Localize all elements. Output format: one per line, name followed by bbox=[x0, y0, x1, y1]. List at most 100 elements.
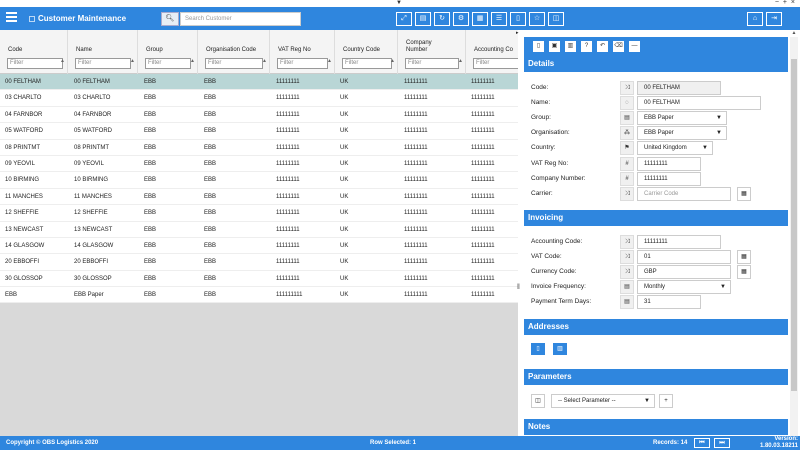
add-parameter-button[interactable]: + bbox=[659, 394, 673, 408]
search-icon[interactable]: 🔍︎ bbox=[161, 12, 179, 26]
scroll-right-icon[interactable]: ▸ bbox=[516, 30, 520, 38]
table-cell: 00 FELTHAM bbox=[5, 79, 41, 85]
column-vat-reg-no[interactable]: VAT Reg No Filter ▲ bbox=[270, 30, 335, 74]
delete-address-button[interactable]: ▥ bbox=[553, 343, 567, 355]
section-invoicing-header[interactable]: Invoicing bbox=[524, 210, 788, 226]
sort-icon[interactable]: ▲ bbox=[327, 58, 332, 64]
column-group[interactable]: Group Filter ▲ bbox=[138, 30, 198, 74]
lookup-button[interactable]: ▦ bbox=[737, 250, 751, 264]
filter-input[interactable]: Filter bbox=[277, 58, 328, 69]
currency-code-field-value: GBP bbox=[644, 269, 657, 275]
expand-button[interactable]: ⤢ bbox=[396, 12, 412, 26]
database-button[interactable]: ▤ bbox=[415, 12, 431, 26]
column-code[interactable]: Code Filter ▲ bbox=[0, 30, 68, 74]
accounting-code-field[interactable]: 11111111 bbox=[637, 235, 721, 249]
parameter-select[interactable]: -- Select Parameter -- ▼ bbox=[551, 394, 655, 408]
help-button[interactable]: ? bbox=[580, 40, 593, 53]
section-notes-header[interactable]: Notes bbox=[524, 419, 788, 435]
table-row[interactable]: 08 PRINTMT 08 PRINTMT EBB EBB 11111111 UK 1111… bbox=[0, 139, 518, 156]
table-row[interactable]: 14 GLASGOW 14 GLASGOW EBB EBB 11111111 UK 1111… bbox=[0, 237, 518, 255]
company-number-field[interactable]: 11111111 bbox=[637, 172, 701, 186]
table-cell: UK bbox=[340, 292, 349, 299]
filter-input[interactable]: Filter bbox=[75, 58, 131, 69]
table-row[interactable]: 12 SHEFFIE 12 SHEFFIE EBB EBB 11111111 UK 1111… bbox=[0, 205, 518, 222]
erase-button[interactable]: ⌫ bbox=[612, 40, 625, 53]
table-row[interactable]: 20 EBBOFFI 20 EBBOFFI EBB EBB 11111111 UK 1111… bbox=[0, 254, 518, 271]
vat-code-field[interactable]: 01 bbox=[637, 250, 731, 264]
home-button[interactable]: ⌂ bbox=[747, 12, 763, 26]
sort-icon[interactable]: ▲ bbox=[390, 58, 395, 64]
new-button[interactable]: ▯ bbox=[532, 40, 545, 53]
currency-code-field[interactable]: GBP bbox=[637, 265, 731, 279]
table-row[interactable]: 30 GLOSSOP 30 GLOSSOP EBB EBB 11111111 UK 1111… bbox=[0, 270, 518, 288]
table-row[interactable]: 00 FELTHAM 00 FELTHAM EBB EBB 11111111 UK 1111… bbox=[0, 74, 518, 91]
country-select[interactable]: United Kingdom ▼ bbox=[637, 141, 713, 155]
splitter-handle[interactable]: ‖ bbox=[517, 284, 520, 291]
table-cell: 11111111 bbox=[276, 242, 300, 249]
table-row[interactable]: 09 YEOVIL 09 YEOVIL EBB EBB 11111111 UK 111111… bbox=[0, 155, 518, 173]
table-row[interactable]: 04 FARNBOR 04 FARNBOR EBB EBB 11111111 UK 1111… bbox=[0, 106, 518, 124]
name-field[interactable]: 00 FELTHAM bbox=[637, 96, 761, 110]
refresh-button[interactable]: ↻ bbox=[434, 12, 450, 26]
hamburger-menu-icon[interactable] bbox=[6, 12, 17, 22]
vat-reg-no-field[interactable]: 11111111 bbox=[637, 157, 701, 171]
filter-input[interactable]: Filter bbox=[205, 58, 263, 69]
save-button[interactable]: ▣ bbox=[548, 40, 561, 53]
collapse-marker[interactable]: ▼ bbox=[396, 0, 402, 6]
scroll-up-icon[interactable]: ▲ bbox=[790, 30, 798, 37]
columns-icon[interactable]: ◫ bbox=[531, 394, 545, 408]
document-button[interactable]: ▯ bbox=[510, 12, 526, 26]
column-accounting-code[interactable]: Accounting Co Filter bbox=[466, 30, 518, 74]
table-row[interactable]: 03 CHARLTO 03 CHARLTO EBB EBB 11111111 UK 1111… bbox=[0, 90, 518, 107]
group-select[interactable]: EBB Paper ▼ bbox=[637, 111, 727, 125]
settings-button[interactable]: ⚙ bbox=[453, 12, 469, 26]
table-row[interactable]: 11 MANCHES 11 MANCHES EBB EBB 11111111 UK 1111… bbox=[0, 188, 518, 206]
first-page-button[interactable]: ⏮ bbox=[694, 438, 710, 448]
table-cell: 20 EBBOFFI bbox=[74, 259, 109, 266]
lookup-button[interactable]: ▦ bbox=[737, 187, 751, 201]
column-organisation-code[interactable]: Organisation Code Filter ▲ bbox=[198, 30, 270, 74]
sort-icon[interactable]: ▲ bbox=[458, 58, 463, 64]
section-parameters-header[interactable]: Parameters bbox=[524, 369, 788, 385]
section-details-header[interactable]: Details bbox=[524, 56, 788, 72]
filter-input[interactable]: Filter bbox=[7, 58, 63, 69]
table-row[interactable]: 10 BIRMING 10 BIRMING EBB EBB 11111111 UK 1111… bbox=[0, 172, 518, 189]
search-input[interactable]: Search Customer bbox=[180, 12, 301, 26]
invoice-frequency-select[interactable]: Monthly ▼ bbox=[637, 280, 731, 294]
payment-term-days-field[interactable]: 31 bbox=[637, 295, 701, 309]
column-company-number[interactable]: Company Number Filter ▲ bbox=[398, 30, 466, 74]
column-country-code[interactable]: Country Code Filter ▲ bbox=[335, 30, 398, 74]
table-row[interactable]: EBB EBB Paper EBB EBB 111111111 UK 11111111 111… bbox=[0, 287, 518, 304]
filter-input[interactable]: Filter bbox=[473, 58, 518, 69]
sort-icon[interactable]: ▲ bbox=[262, 58, 267, 64]
undo-button[interactable]: ↶ bbox=[596, 40, 609, 53]
minimize-button[interactable]: — bbox=[628, 40, 641, 53]
last-page-button[interactable]: ⏭ bbox=[714, 438, 730, 448]
window-controls[interactable]: − + × bbox=[775, 0, 796, 6]
carrier-field[interactable]: Carrier Code bbox=[637, 187, 731, 201]
add-address-button[interactable]: ▯ bbox=[531, 343, 545, 355]
table-cell: 11111111 bbox=[276, 111, 300, 118]
panel-scrollbar[interactable] bbox=[790, 37, 798, 436]
detail-panel: ▯ ▣ ▥? ↶ ⌫ — Details Code: ⤨ 00 FELTHAM Name: ◌ 00… bbox=[524, 37, 788, 436]
table-row[interactable]: 13 NEWCAST 13 NEWCAST EBB EBB 11111111 UK 1111… bbox=[0, 221, 518, 238]
sort-icon[interactable]: ▲ bbox=[130, 58, 135, 64]
exit-button[interactable]: ⇥ bbox=[766, 12, 782, 26]
code-field[interactable]: 00 FELTHAM bbox=[637, 81, 721, 95]
filter-input[interactable]: Filter bbox=[145, 58, 191, 69]
filter-input[interactable]: Filter bbox=[342, 58, 392, 69]
star-button[interactable]: ☆ bbox=[529, 12, 545, 26]
column-name[interactable]: Name Filter ▲ bbox=[68, 30, 138, 74]
delete-button[interactable]: ▥ bbox=[564, 40, 577, 53]
section-addresses-header[interactable]: Addresses bbox=[524, 319, 788, 335]
columns-button[interactable]: ◫ bbox=[548, 12, 564, 26]
sort-icon[interactable]: ▲ bbox=[190, 58, 195, 64]
filter-input[interactable]: Filter bbox=[405, 58, 459, 69]
grid-button[interactable]: ▦ bbox=[472, 12, 488, 26]
table-row[interactable]: 05 WATFORD 05 WATFORD EBB EBB 11111111 UK 1111… bbox=[0, 123, 518, 140]
lookup-button[interactable]: ▦ bbox=[737, 265, 751, 279]
sort-icon[interactable]: ▲ bbox=[60, 58, 65, 64]
list-button[interactable]: ☰ bbox=[491, 12, 507, 26]
scrollbar-thumb[interactable] bbox=[791, 59, 797, 391]
organisation-select[interactable]: EBB Paper ▼ bbox=[637, 126, 727, 140]
